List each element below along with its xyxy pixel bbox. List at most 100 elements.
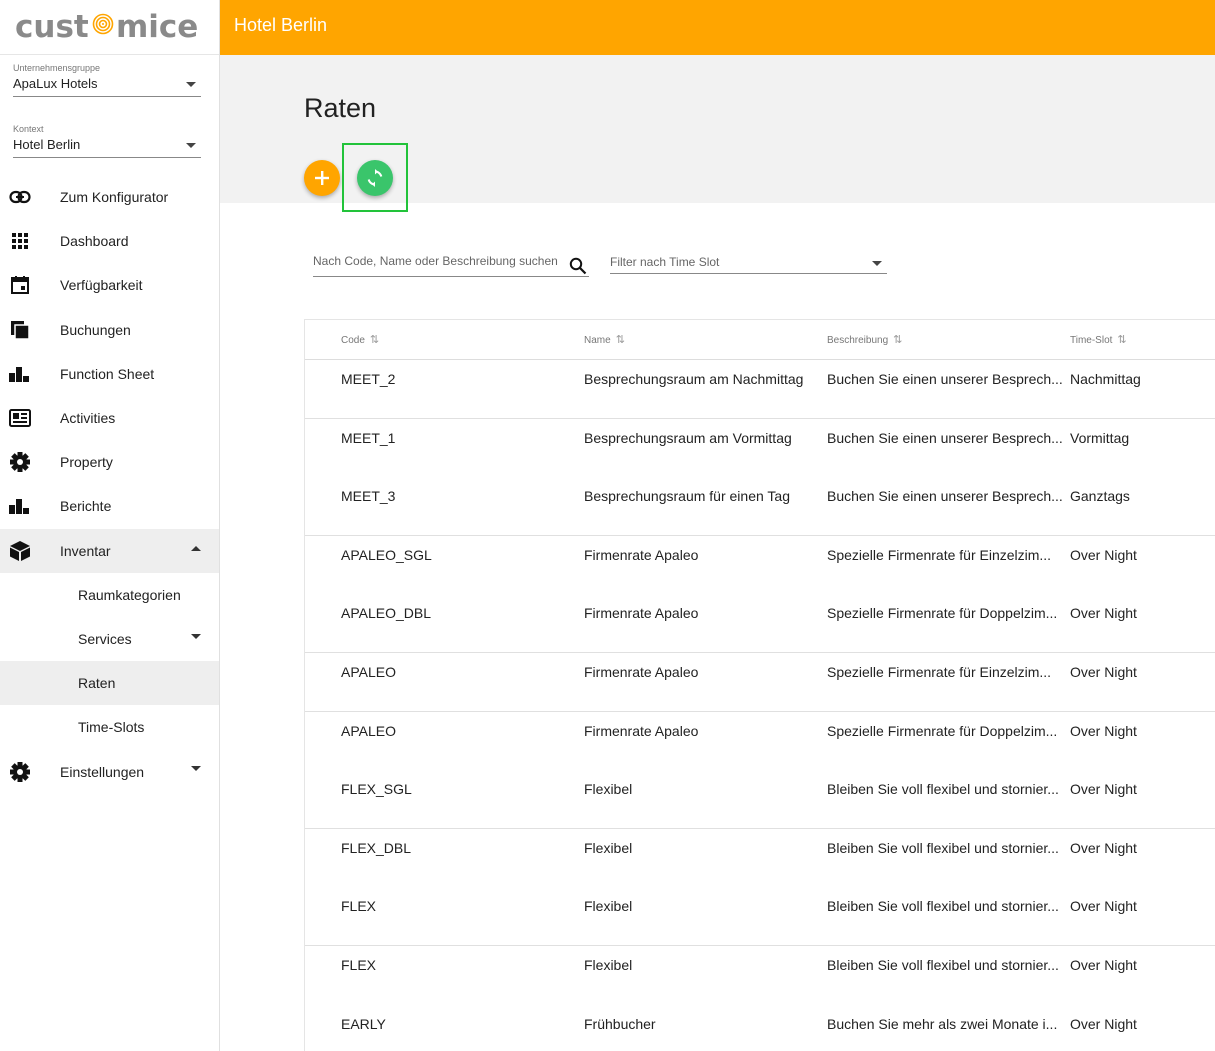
cell-name: Flexibel (584, 898, 633, 915)
sidebar-item-time-slots[interactable]: Time-Slots (0, 705, 219, 749)
sidebar-item-label: Function Sheet (60, 365, 155, 382)
column-header-name[interactable]: Name ⇅ (584, 333, 625, 346)
cell-description: Bleiben Sie voll flexibel und stornier..… (827, 781, 1059, 798)
cell-time-slot: Over Night (1070, 956, 1137, 973)
sidebar-item-label: Dashboard (60, 233, 129, 250)
sidebar-item-label: Property (60, 454, 113, 471)
page-title: Raten (304, 93, 377, 123)
rates-table: Code ⇅ Name ⇅ Beschreibung ⇅ Time-Slot ⇅ MEE… (304, 319, 1215, 1051)
sidebar-item-verfuegbarkeit[interactable]: Verfügbarkeit (0, 263, 219, 307)
logo-text-b: mice (116, 9, 198, 44)
cell-code: APALEO_DBL (341, 605, 432, 622)
table-row[interactable]: APALEO_SGL Firmenrate Apaleo Spezielle F… (305, 536, 1215, 595)
cell-name: Firmenrate Apaleo (584, 663, 699, 680)
grid-icon (9, 230, 31, 252)
sort-icon[interactable]: ⇅ (370, 333, 379, 346)
table-row[interactable]: FLEX Flexibel Bleiben Sie voll flexibel … (305, 946, 1215, 1005)
table-row[interactable]: FLEX Flexibel Bleiben Sie voll flexibel … (305, 887, 1215, 946)
table-row[interactable]: MEET_2 Besprechungsraum am Nachmittag Bu… (305, 360, 1215, 419)
cell-name: Firmenrate Apaleo (584, 722, 699, 739)
cell-code: APALEO_SGL (341, 546, 432, 563)
sort-icon[interactable]: ⇅ (1117, 333, 1126, 346)
cell-time-slot: Over Night (1070, 663, 1137, 680)
fingerprint-icon (92, 13, 114, 35)
cell-time-slot: Over Night (1070, 722, 1137, 739)
page-header: Raten (220, 55, 1215, 212)
sidebar-item-raumkategorien[interactable]: Raumkategorien (0, 573, 219, 617)
search-input[interactable]: Nach Code, Name oder Beschreibung suchen (313, 252, 589, 277)
company-group-select[interactable]: Unternehmensgruppe ApaLux Hotels (13, 63, 201, 97)
top-app-bar: Hotel Berlin (220, 0, 1215, 55)
cell-code: MEET_1 (341, 429, 396, 446)
sidebar-item-property[interactable]: Property (0, 440, 219, 484)
sidebar-item-label: Zum Konfigurator (60, 189, 169, 206)
cell-name: Flexibel (584, 956, 633, 973)
sidebar-item-raten[interactable]: Raten (0, 661, 219, 706)
sidebar-item-services[interactable]: Services (0, 617, 219, 661)
chevron-up-icon[interactable] (191, 545, 201, 551)
column-header-code[interactable]: Code ⇅ (341, 333, 379, 346)
chevron-down-icon[interactable] (191, 633, 201, 639)
sort-icon[interactable]: ⇅ (616, 333, 625, 346)
cell-time-slot: Over Night (1070, 781, 1137, 798)
cell-name: Flexibel (584, 839, 633, 856)
table-row[interactable]: EARLY Frühbucher Buchen Sie mehr als zwe… (305, 1005, 1215, 1051)
customice-logo[interactable]: cust mice (0, 0, 219, 55)
copy-icon (9, 319, 31, 341)
gear-icon (9, 761, 31, 783)
sidebar-item-label: Berichte (60, 498, 112, 515)
sidebar-nav: Zum Konfigurator Dashboard Verfügbarkeit… (0, 175, 219, 794)
topbar-title: Hotel Berlin (234, 15, 328, 35)
table-header: Code ⇅ Name ⇅ Beschreibung ⇅ Time-Slot ⇅ (305, 320, 1215, 360)
sidebar-item-label: Verfügbarkeit (60, 277, 143, 294)
cell-description: Spezielle Firmenrate für Doppelzim... (827, 722, 1058, 739)
box-icon (9, 540, 31, 562)
table-row[interactable]: APALEO_DBL Firmenrate Apaleo Spezielle F… (305, 594, 1215, 653)
search-icon[interactable] (569, 257, 587, 280)
table-row[interactable]: MEET_1 Besprechungsraum am Vormittag Buc… (305, 419, 1215, 478)
sidebar-item-buchungen[interactable]: Buchungen (0, 308, 219, 352)
cell-description: Bleiben Sie voll flexibel und stornier..… (827, 956, 1059, 973)
sidebar-item-label: Buchungen (60, 321, 131, 338)
time-slot-filter-select[interactable]: Filter nach Time Slot (610, 252, 887, 274)
newspaper-icon (9, 407, 31, 429)
sidebar-item-zum-konfigurator[interactable]: Zum Konfigurator (0, 175, 219, 219)
chevron-down-icon[interactable] (191, 766, 201, 772)
add-button[interactable] (304, 160, 340, 196)
column-header-time-slot[interactable]: Time-Slot ⇅ (1070, 333, 1127, 346)
sidebar-item-einstellungen[interactable]: Einstellungen (0, 749, 219, 793)
chevron-down-icon (872, 261, 882, 266)
cell-name: Besprechungsraum am Vormittag (584, 429, 792, 446)
sync-button[interactable] (357, 160, 393, 196)
cell-code: MEET_2 (341, 371, 396, 387)
calendar-icon (9, 274, 31, 296)
cell-description: Spezielle Firmenrate für Einzelzim... (827, 546, 1052, 563)
context-select[interactable]: Kontext Hotel Berlin (13, 124, 201, 158)
plus-icon (315, 171, 329, 185)
cell-time-slot: Over Night (1070, 1015, 1137, 1032)
table-row[interactable]: MEET_3 Besprechungsraum für einen Tag Bu… (305, 477, 1215, 536)
sidebar-item-dashboard[interactable]: Dashboard (0, 219, 219, 263)
gear-icon (9, 451, 31, 473)
table-row[interactable]: APALEO Firmenrate Apaleo Spezielle Firme… (305, 712, 1215, 771)
cell-code: APALEO (341, 663, 396, 680)
sidebar-item-label: Activities (60, 410, 116, 427)
search-placeholder: Nach Code, Name oder Beschreibung suchen (313, 254, 558, 268)
table-row[interactable]: FLEX_DBL Flexibel Bleiben Sie voll flexi… (305, 829, 1215, 888)
table-row[interactable]: FLEX_SGL Flexibel Bleiben Sie voll flexi… (305, 770, 1215, 829)
context-value: Hotel Berlin (13, 137, 81, 152)
sidebar-item-function-sheet[interactable]: Function Sheet (0, 352, 219, 396)
bar-chart-icon (9, 495, 31, 517)
sidebar-item-berichte[interactable]: Berichte (0, 484, 219, 528)
sidebar-item-activities[interactable]: Activities (0, 396, 219, 440)
table-row[interactable]: APALEO Firmenrate Apaleo Spezielle Firme… (305, 653, 1215, 712)
cell-description: Bleiben Sie voll flexibel und stornier..… (827, 898, 1059, 915)
sort-icon[interactable]: ⇅ (893, 333, 902, 346)
column-header-beschreibung[interactable]: Beschreibung ⇅ (827, 333, 902, 346)
company-group-value: ApaLux Hotels (13, 76, 98, 91)
sidebar-item-inventar[interactable]: Inventar (0, 528, 219, 573)
chevron-down-icon (186, 82, 196, 87)
cell-name: Firmenrate Apaleo (584, 546, 699, 563)
cell-time-slot: Vormittag (1070, 429, 1130, 446)
sidebar: cust mice Unternehmensgruppe ApaLux Hote… (0, 0, 220, 1051)
